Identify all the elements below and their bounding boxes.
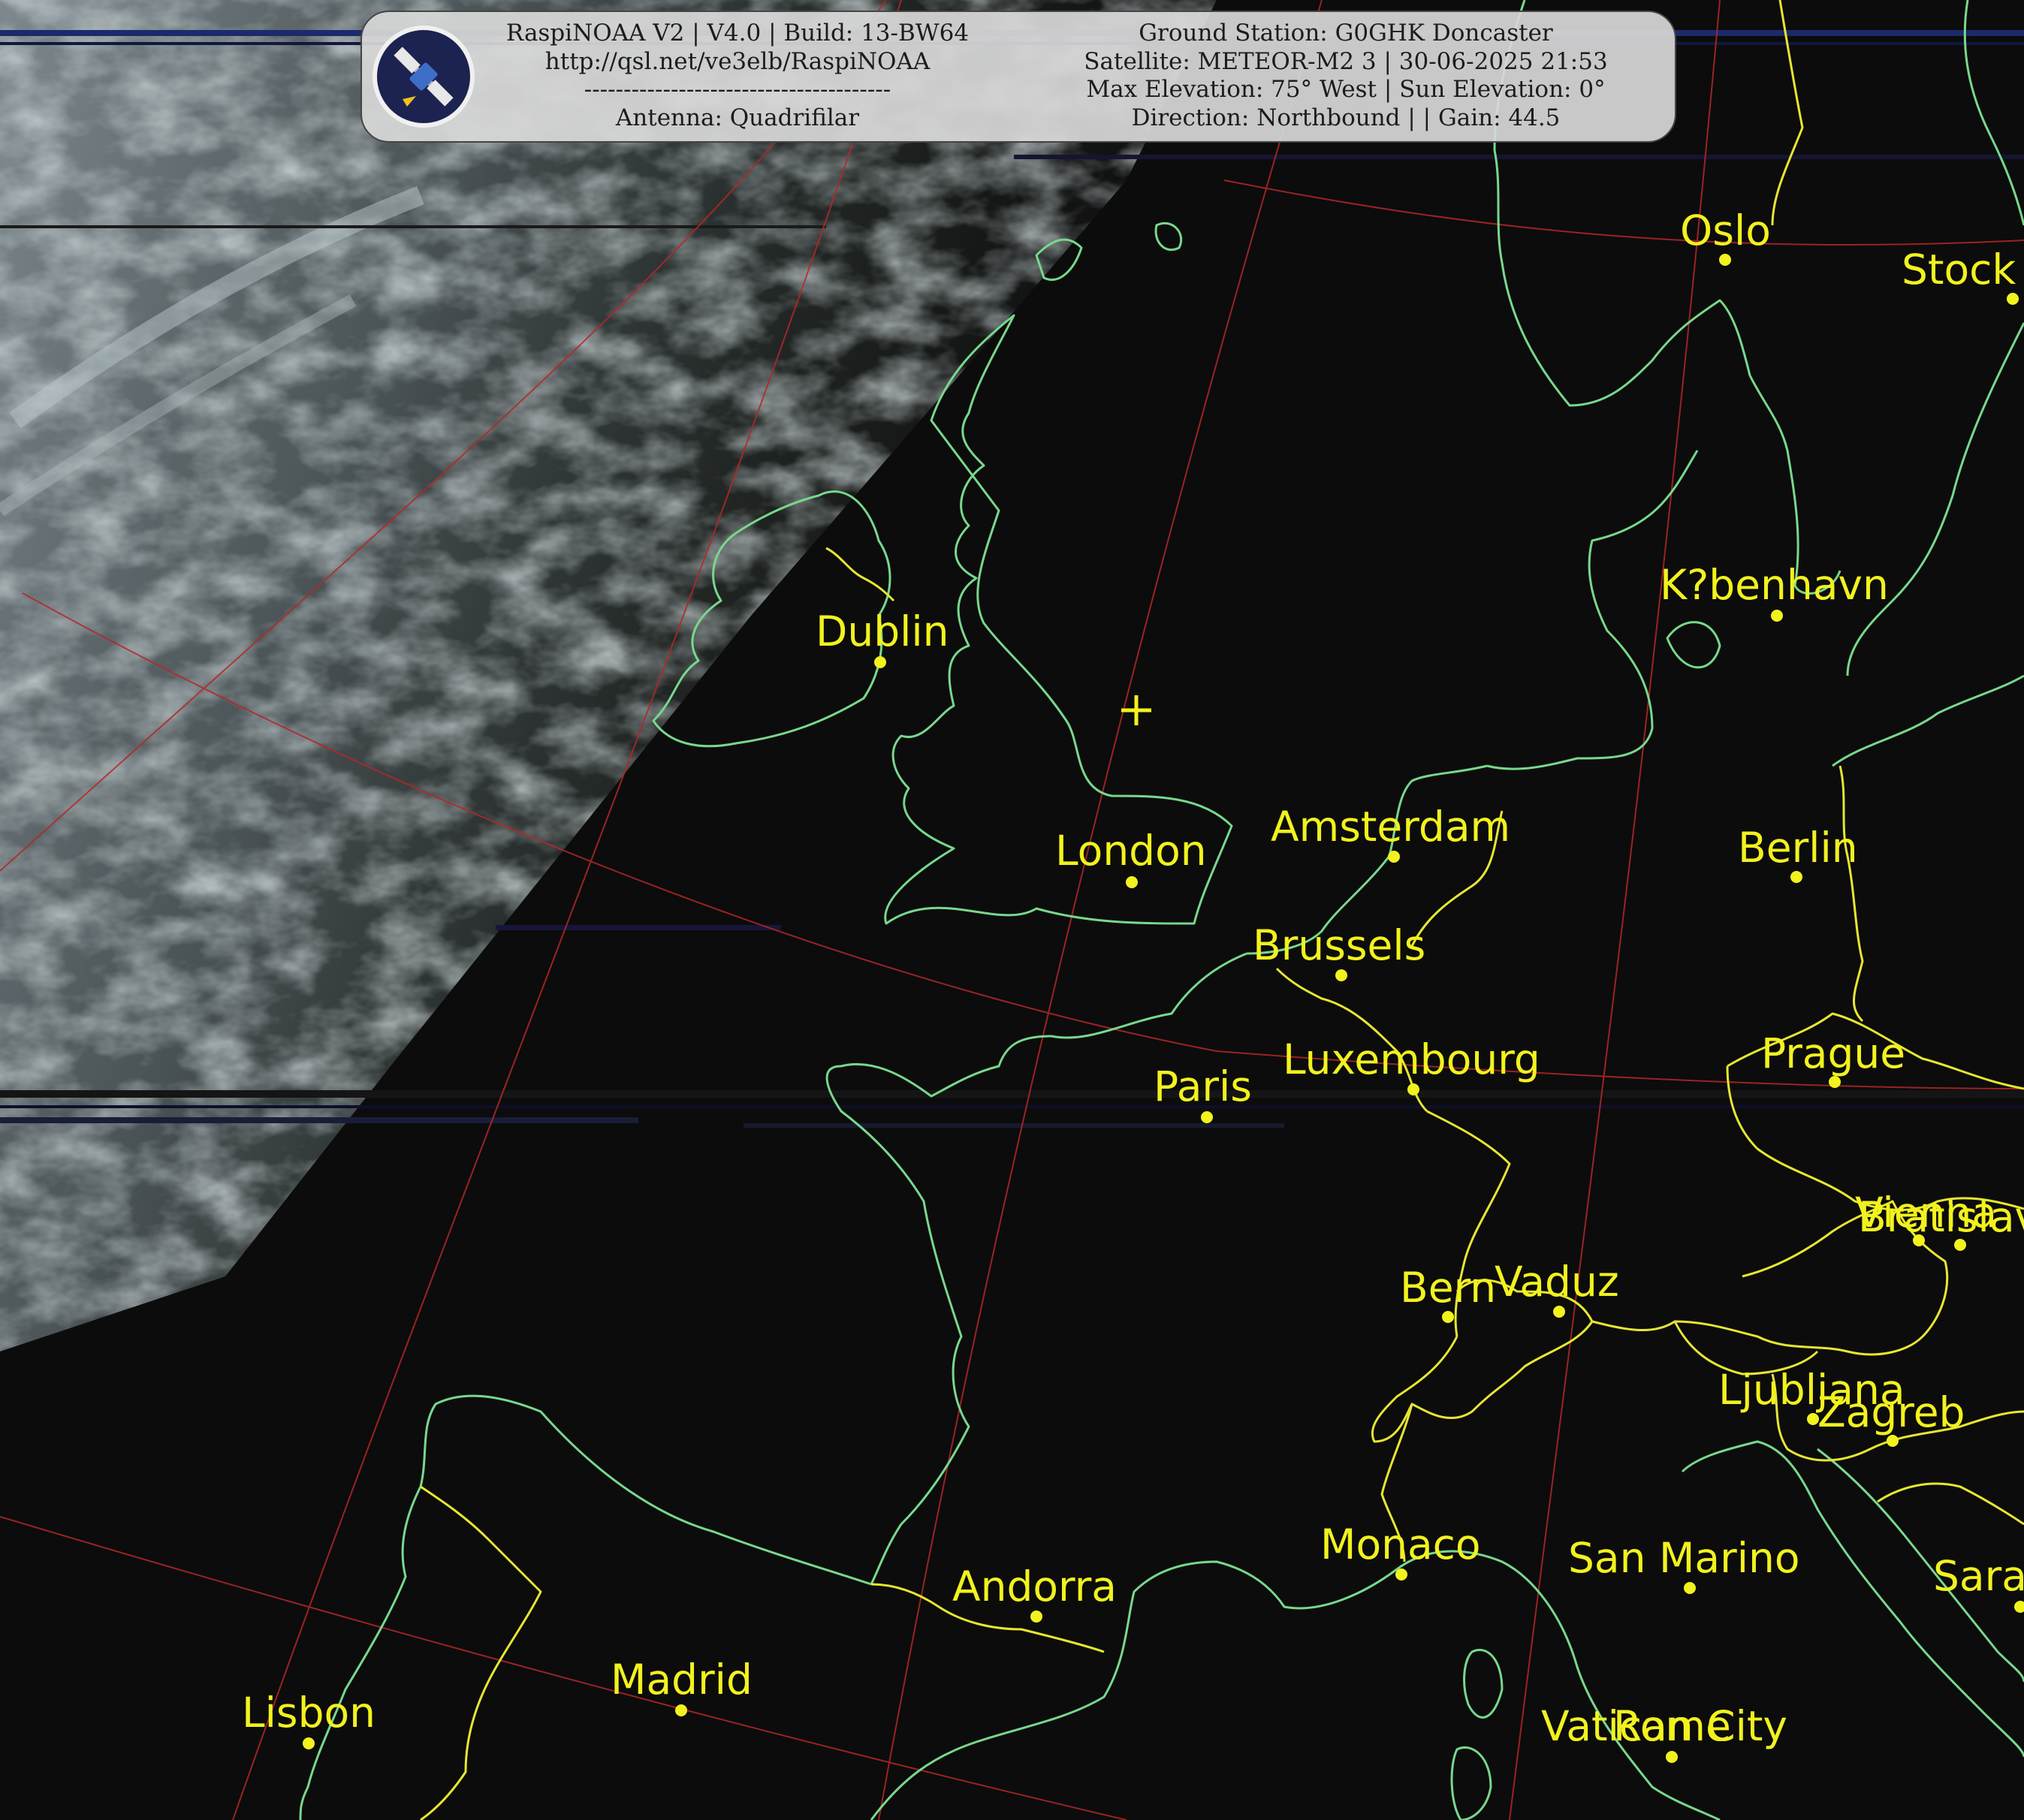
city-dot [1553, 1306, 1565, 1318]
city-dot [1887, 1435, 1899, 1447]
banner-pass-info: Ground Station: G0GHK Doncaster Satellit… [1023, 20, 1669, 132]
city-dot [1684, 1582, 1696, 1594]
city-label: Paris [1154, 1062, 1252, 1110]
city-label: Oslo [1680, 206, 1771, 255]
banner-antenna: Antenna: Quadrifilar [615, 104, 860, 131]
city-dot [1201, 1111, 1213, 1123]
city-dot [1126, 876, 1138, 888]
city-label: Prague [1761, 1029, 1905, 1077]
city-dot [1829, 1076, 1841, 1088]
city-dot [1719, 254, 1731, 266]
city-label: Stock [1902, 246, 2016, 294]
city-label: Vaduz [1495, 1258, 1619, 1306]
banner-satellite: Satellite: METEOR-M2 3 | 30-06-2025 21:5… [1084, 47, 1608, 75]
city-dot [1442, 1311, 1454, 1323]
banner-software-version: RaspiNOAA V2 | V4.0 | Build: 13-BW64 [505, 20, 970, 47]
city-dot [1790, 871, 1802, 883]
city-dot [1388, 851, 1400, 863]
city-label: Madrid [611, 1656, 753, 1704]
city-label: Brussels [1253, 921, 1425, 969]
banner-divider: --------------------------------------- [584, 76, 891, 103]
banner-ground-station: Ground Station: G0GHK Doncaster [1139, 20, 1553, 47]
city-label: Luxembourg [1283, 1035, 1540, 1083]
city-dot [675, 1704, 687, 1716]
city-label: Sara [1933, 1552, 2024, 1600]
banner-direction-gain: Direction: Northbound | | Gain: 44.5 [1131, 104, 1561, 131]
city-dot [2007, 293, 2019, 305]
city-dot [1395, 1568, 1407, 1580]
city-label: Zagreb [1817, 1388, 1965, 1436]
city-label: Berlin [1738, 824, 1858, 872]
city-label: Amsterdam [1271, 803, 1510, 851]
city-dot [303, 1737, 315, 1749]
satellite-icon [394, 47, 454, 107]
city-dot [1407, 1083, 1419, 1095]
pass-info-banner: RaspiNOAA V2 | V4.0 | Build: 13-BW64 htt… [360, 11, 1676, 143]
banner-url: http://qsl.net/ve3elb/RaspiNOAA [544, 47, 931, 75]
city-dot [1335, 969, 1347, 981]
city-label: Bern [1400, 1264, 1496, 1312]
city-label: Rome [1613, 1702, 1731, 1750]
city-label: K?benhavn [1660, 561, 1889, 609]
banner-elevation: Max Elevation: 75° West | Sun Elevation:… [1086, 76, 1606, 103]
city-label: Monaco [1320, 1520, 1481, 1568]
city-label: Dublin [816, 607, 949, 655]
banner-station-info: RaspiNOAA V2 | V4.0 | Build: 13-BW64 htt… [490, 20, 985, 132]
city-dot [874, 656, 886, 668]
city-dot [1030, 1611, 1042, 1623]
city-label: San Marino [1568, 1534, 1800, 1582]
raspinoaa-logo [373, 26, 475, 128]
city-dot [1771, 610, 1783, 622]
city-label: Bratislav [1858, 1193, 2024, 1241]
city-label: Andorra [952, 1562, 1117, 1611]
city-rome: Rome [1613, 1702, 1731, 1750]
city-label: Lisbon [242, 1689, 376, 1737]
city-dot [1666, 1751, 1678, 1763]
city-label: London [1055, 827, 1207, 875]
satellite-map: Oslo Stock K?benhavn Dublin London Amste… [0, 0, 2024, 1820]
